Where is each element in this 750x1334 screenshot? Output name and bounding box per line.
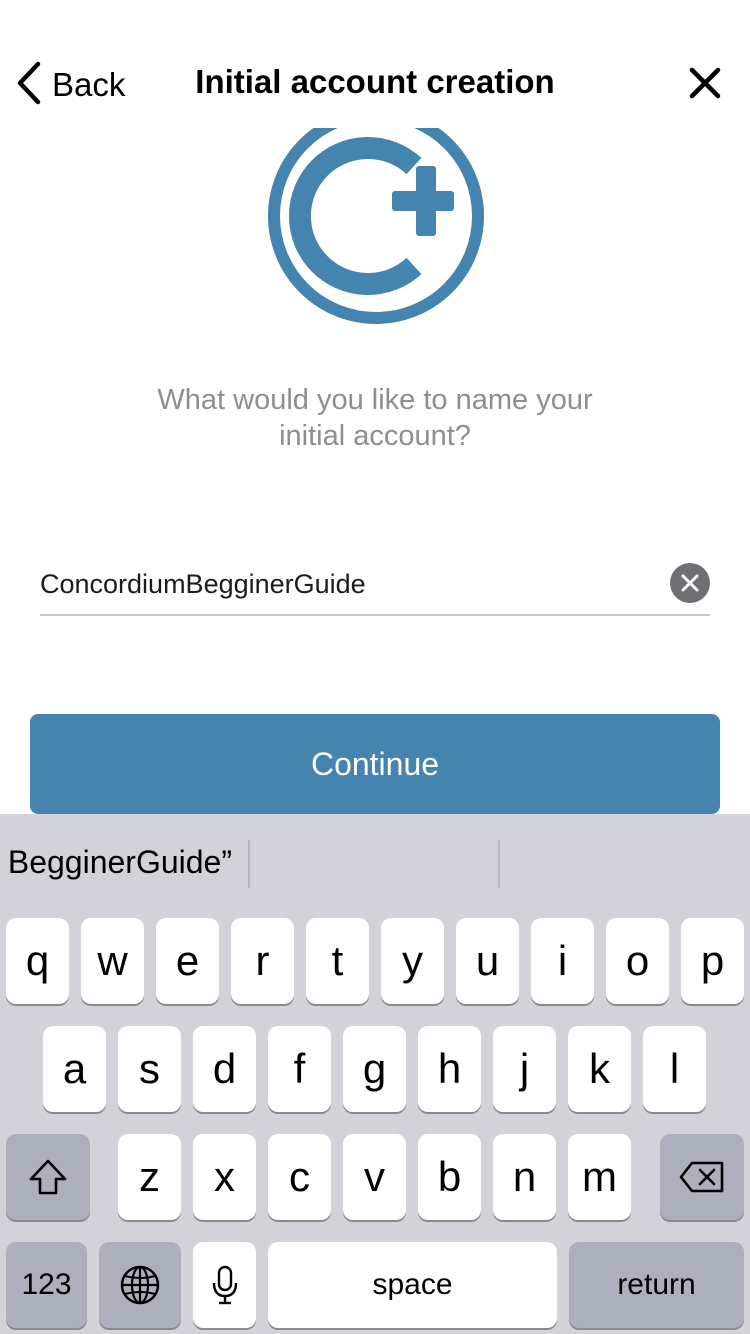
key-i[interactable]: i — [531, 918, 594, 1004]
key-f[interactable]: f — [268, 1026, 331, 1112]
suggestion-bar: BegginerGuide” — [0, 814, 750, 918]
return-key[interactable]: return — [569, 1242, 744, 1328]
key-h[interactable]: h — [418, 1026, 481, 1112]
continue-button[interactable]: Continue — [30, 714, 720, 814]
navigation-bar: Back Initial account creation — [0, 0, 750, 128]
keyboard: BegginerGuide” q w e r t y u i o p a s d… — [0, 814, 750, 1334]
key-r[interactable]: r — [231, 918, 294, 1004]
key-t[interactable]: t — [306, 918, 369, 1004]
suggestion-divider — [248, 840, 250, 888]
account-name-prompt: What would you like to name your initial… — [100, 382, 650, 454]
numbers-key[interactable]: 123 — [6, 1242, 87, 1328]
clear-button[interactable] — [670, 563, 710, 603]
key-v[interactable]: v — [343, 1134, 406, 1220]
close-icon — [688, 67, 722, 104]
key-b[interactable]: b — [418, 1134, 481, 1220]
key-n[interactable]: n — [493, 1134, 556, 1220]
key-g[interactable]: g — [343, 1026, 406, 1112]
key-e[interactable]: e — [156, 918, 219, 1004]
key-s[interactable]: s — [118, 1026, 181, 1112]
key-k[interactable]: k — [568, 1026, 631, 1112]
microphone-icon — [211, 1264, 239, 1306]
key-q[interactable]: q — [6, 918, 69, 1004]
suggestion-item[interactable]: BegginerGuide” — [8, 844, 232, 881]
key-d[interactable]: d — [193, 1026, 256, 1112]
delete-icon — [678, 1160, 726, 1194]
delete-key[interactable] — [660, 1134, 744, 1220]
key-z[interactable]: z — [118, 1134, 181, 1220]
key-m[interactable]: m — [568, 1134, 631, 1220]
space-key[interactable]: space — [268, 1242, 557, 1328]
key-o[interactable]: o — [606, 918, 669, 1004]
suggestion-divider — [498, 840, 500, 888]
shift-icon — [28, 1158, 68, 1196]
concordium-logo — [266, 128, 486, 324]
prompt-line-2: initial account? — [279, 420, 471, 452]
key-w[interactable]: w — [81, 918, 144, 1004]
key-y[interactable]: y — [381, 918, 444, 1004]
globe-key[interactable] — [99, 1242, 181, 1328]
key-a[interactable]: a — [43, 1026, 106, 1112]
globe-icon — [119, 1264, 161, 1306]
key-l[interactable]: l — [643, 1026, 706, 1112]
account-name-value: ConcordiumBegginerGuide — [40, 569, 366, 599]
key-p[interactable]: p — [681, 918, 744, 1004]
key-c[interactable]: c — [268, 1134, 331, 1220]
key-u[interactable]: u — [456, 918, 519, 1004]
dictation-key[interactable] — [193, 1242, 256, 1328]
key-x[interactable]: x — [193, 1134, 256, 1220]
close-button[interactable] — [688, 66, 722, 100]
shift-key[interactable] — [6, 1134, 90, 1220]
key-j[interactable]: j — [493, 1026, 556, 1112]
page-title: Initial account creation — [195, 63, 555, 100]
prompt-line-1: What would you like to name your — [157, 384, 593, 416]
account-name-field[interactable]: ConcordiumBegginerGuide — [40, 558, 710, 616]
